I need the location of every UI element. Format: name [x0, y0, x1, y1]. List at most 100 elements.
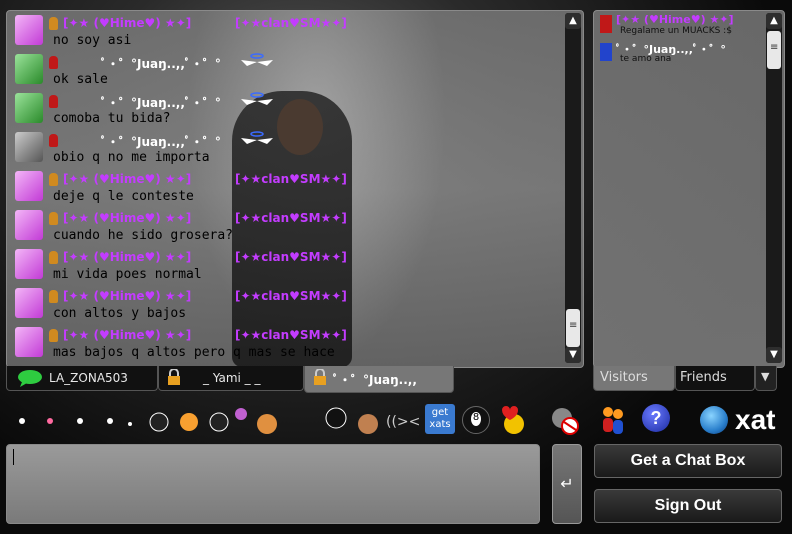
message-text: ok sale: [53, 72, 108, 87]
message-row[interactable]: [✦★ (♥Hime♥) ★✦] [✦★clan♥SM★✦] con altos…: [11, 286, 561, 324]
angel-wings-icon: [241, 131, 273, 144]
lock-icon: [168, 369, 180, 385]
xat-logo-text[interactable]: xat: [735, 404, 775, 436]
user-list-status: Regalame un MUACKS :$: [620, 26, 732, 36]
scroll-down-button[interactable]: ▼: [766, 347, 782, 363]
scroll-thumb[interactable]: ≡: [767, 31, 781, 69]
tab-main-chat[interactable]: LA_ZONA503: [6, 366, 158, 391]
message-clan-tag: [✦★clan♥SM★✦]: [235, 328, 347, 342]
lock-icon: [314, 369, 326, 385]
user-list-item[interactable]: [✦★ (♥Hime♥) ★✦] Regalame un MUACKS :$: [598, 13, 758, 36]
message-clan-tag: [✦★clan♥SM★✦]: [235, 289, 347, 303]
user-list-scrollbar[interactable]: ▲ ≡ ▼: [766, 13, 782, 363]
youtube-icon: [600, 15, 612, 33]
user-list-item[interactable]: ﾟ・゜°Juaŋ..,,ﾟ・゜° te amo ana: [598, 41, 758, 64]
chevron-down-icon: ▼: [761, 370, 770, 383]
message-clan-tag: [✦★clan♥SM★✦]: [235, 16, 347, 30]
message-scrollbar[interactable]: ▲ ≡ ▼: [565, 13, 581, 363]
user-avatar[interactable]: [15, 54, 43, 84]
user-group-icon[interactable]: [598, 404, 628, 436]
user-status-icon: [600, 43, 612, 61]
smiley-faces-icon[interactable]: [10, 406, 140, 436]
tab-label: ﾟ・゜°Juaŋ..,,: [333, 373, 417, 387]
message-row[interactable]: ﾟ・゜°Juaŋ..,,ﾟ・゜° comoba tu bida?: [11, 91, 561, 129]
message-row[interactable]: [✦★ (♥Hime♥) ★✦] [✦★clan♥SM★✦] mi vida p…: [11, 247, 561, 285]
sign-out-button[interactable]: Sign Out: [594, 489, 782, 523]
get-xats-button[interactable]: get xats: [425, 404, 455, 434]
member-rank-icon: [49, 95, 58, 108]
user-avatar[interactable]: [15, 15, 43, 45]
message-row[interactable]: [✦★ (♥Hime♥) ★✦] [✦★clan♥SM★✦] cuando he…: [11, 208, 561, 246]
message-text: comoba tu bida?: [53, 111, 171, 126]
message-text: cuando he sido grosera?: [53, 228, 234, 243]
speech-bubble-icon: [18, 370, 42, 387]
svg-text:((><: ((><: [386, 414, 420, 430]
message-username[interactable]: ﾟ・゜°Juaŋ..,,ﾟ・゜°: [101, 55, 221, 72]
pool-ball-icon[interactable]: 8: [462, 406, 490, 434]
message-text: con altos y bajos: [53, 306, 187, 321]
emote-group-icon[interactable]: ((><: [320, 404, 420, 438]
message-clan-tag: [✦★clan♥SM★✦]: [235, 172, 347, 186]
user-list[interactable]: [✦★ (♥Hime♥) ★✦] Regalame un MUACKS :$ ﾟ…: [593, 10, 785, 368]
scroll-down-button[interactable]: ▼: [565, 347, 581, 363]
owner-rank-icon: [49, 329, 58, 342]
get-chat-box-button[interactable]: Get a Chat Box: [594, 444, 782, 478]
tab-label: _ Yami _ _: [203, 371, 261, 385]
user-avatar[interactable]: [15, 249, 43, 279]
list-options-dropdown[interactable]: ▼: [755, 366, 777, 391]
tab-label: Friends: [680, 370, 727, 385]
user-list-status: te amo ana: [620, 54, 672, 64]
user-avatar[interactable]: [15, 210, 43, 240]
animated-smileys-icon[interactable]: [145, 404, 295, 438]
message-row[interactable]: [✦★ (♥Hime♥) ★✦] [✦★clan♥SM★✦] no soy as…: [11, 13, 561, 51]
message-clan-tag: [✦★clan♥SM★✦]: [235, 250, 347, 264]
grip-icon: ≡: [569, 320, 578, 331]
user-avatar[interactable]: [15, 288, 43, 318]
member-rank-icon: [49, 134, 58, 147]
scroll-up-button[interactable]: ▲: [565, 13, 581, 29]
user-avatar[interactable]: [15, 93, 43, 123]
message-username[interactable]: [✦★ (♥Hime♥) ★✦]: [63, 211, 191, 225]
sound-off-icon[interactable]: [550, 404, 580, 436]
user-avatar[interactable]: [15, 132, 43, 162]
message-username[interactable]: [✦★ (♥Hime♥) ★✦]: [63, 328, 191, 342]
message-row[interactable]: [✦★ (♥Hime♥) ★✦] [✦★clan♥SM★✦] mas bajos…: [11, 325, 561, 363]
send-button[interactable]: ↵: [552, 444, 582, 524]
xat-logo-icon[interactable]: [700, 406, 728, 434]
message-username[interactable]: [✦★ (♥Hime♥) ★✦]: [63, 172, 191, 186]
message-text: deje q le conteste: [53, 189, 194, 204]
owner-rank-icon: [49, 251, 58, 264]
tab-label: LA_ZONA503: [49, 371, 128, 385]
owner-rank-icon: [49, 17, 58, 30]
message-text: no soy asi: [53, 33, 132, 48]
text-caret: [13, 449, 14, 465]
chat-tabs: LA_ZONA503 _ Yami _ _ ﾟ・゜°Juaŋ..,,: [6, 366, 582, 394]
tab-visitors[interactable]: Visitors: [593, 366, 675, 391]
message-input[interactable]: [6, 444, 540, 524]
scroll-up-button[interactable]: ▲: [766, 13, 782, 29]
owner-rank-icon: [49, 173, 58, 186]
tab-friends[interactable]: Friends: [675, 366, 755, 391]
angel-wings-icon: [241, 92, 273, 105]
owner-rank-icon: [49, 290, 58, 303]
message-username[interactable]: [✦★ (♥Hime♥) ★✦]: [63, 250, 191, 264]
tab-private-yami[interactable]: _ Yami _ _: [158, 366, 304, 391]
message-username[interactable]: ﾟ・゜°Juaŋ..,,ﾟ・゜°: [101, 94, 221, 111]
message-username[interactable]: ﾟ・゜°Juaŋ..,,ﾟ・゜°: [101, 133, 221, 150]
message-row[interactable]: ﾟ・゜°Juaŋ..,,ﾟ・゜° obio q no me importa: [11, 130, 561, 168]
message-pane[interactable]: [✦★ (♥Hime♥) ★✦] [✦★clan♥SM★✦] no soy as…: [6, 10, 584, 368]
user-list-tabs: Visitors Friends ▼: [593, 366, 783, 394]
message-row[interactable]: ﾟ・゜°Juaŋ..,,ﾟ・゜° ok sale: [11, 52, 561, 90]
user-list-name: [✦★ (♥Hime♥) ★✦]: [616, 13, 734, 26]
user-avatar[interactable]: [15, 327, 43, 357]
smiley-bar: ((>< get xats 8 ? xat: [0, 398, 792, 442]
help-icon[interactable]: ?: [642, 404, 670, 432]
user-avatar[interactable]: [15, 171, 43, 201]
message-username[interactable]: [✦★ (♥Hime♥) ★✦]: [63, 289, 191, 303]
emoji-bundle-icon[interactable]: [496, 404, 528, 436]
message-username[interactable]: [✦★ (♥Hime♥) ★✦]: [63, 16, 191, 30]
tab-private-juan[interactable]: ﾟ・゜°Juaŋ..,,: [304, 366, 454, 393]
angel-wings-icon: [241, 53, 273, 66]
scroll-thumb[interactable]: ≡: [566, 309, 580, 347]
message-row[interactable]: [✦★ (♥Hime♥) ★✦] [✦★clan♥SM★✦] deje q le…: [11, 169, 561, 207]
